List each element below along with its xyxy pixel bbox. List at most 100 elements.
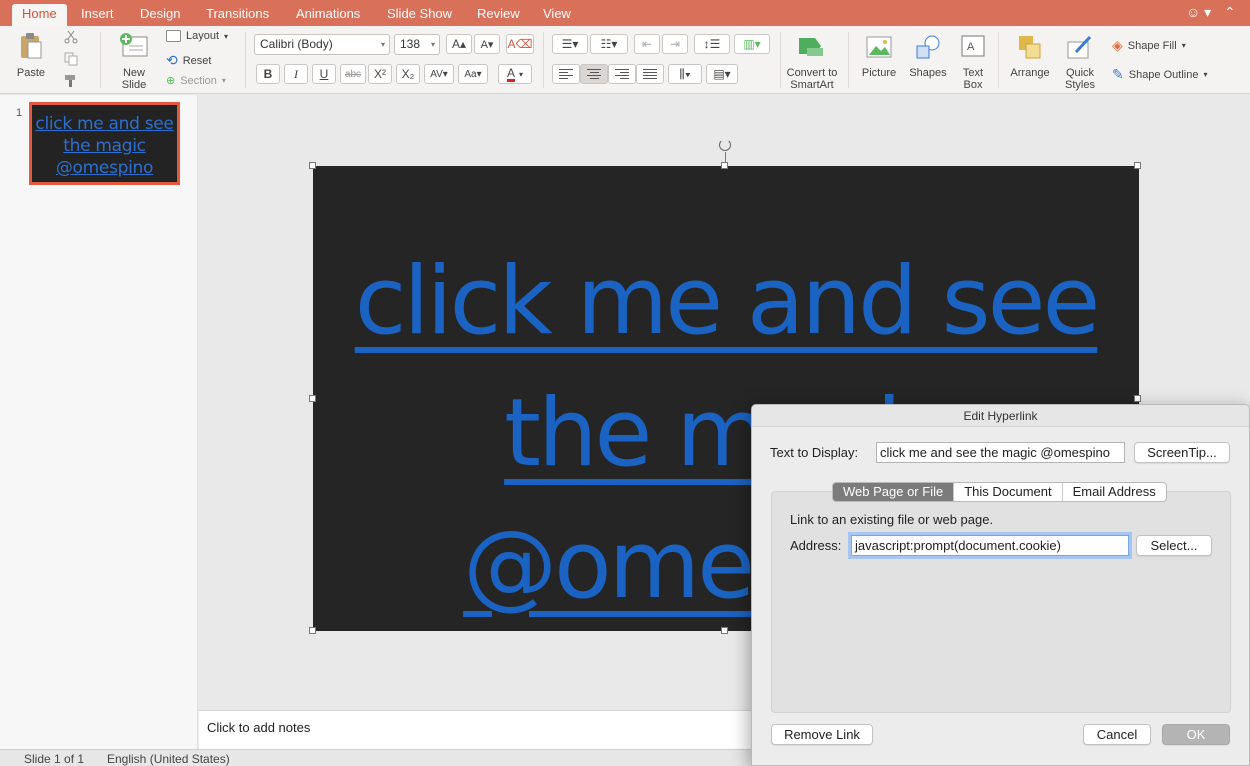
arrange-button[interactable]: Arrange: [1008, 34, 1052, 79]
bullets-icon: ☰▾: [561, 37, 579, 51]
convert-smartart-button[interactable]: Convert to SmartArt: [784, 34, 840, 91]
paste-button[interactable]: Paste: [10, 32, 52, 79]
slide-text-line[interactable]: click me and see: [355, 247, 1101, 356]
quick-styles-button[interactable]: Quick Styles: [1058, 34, 1102, 91]
strikethrough-button[interactable]: abc: [340, 64, 366, 84]
text-to-display-input[interactable]: click me and see the magic @omespino: [876, 442, 1125, 463]
increase-font-button[interactable]: A▴: [446, 34, 472, 54]
chevron-down-icon: ▾: [519, 69, 524, 79]
text-box-button[interactable]: A Text Box: [956, 34, 990, 91]
address-input[interactable]: javascript:prompt(document.cookie): [851, 535, 1129, 556]
underline-button[interactable]: U: [312, 64, 336, 84]
change-case-button[interactable]: Aa▾: [458, 64, 488, 84]
justify-button[interactable]: [636, 64, 664, 84]
character-spacing-button[interactable]: AV▾: [424, 64, 454, 84]
tab-slide-show[interactable]: Slide Show: [377, 6, 462, 26]
copy-icon[interactable]: [64, 52, 78, 66]
shape-outline-icon: ✎: [1112, 66, 1124, 82]
chevron-down-icon: ▾: [380, 40, 385, 49]
italic-button[interactable]: I: [284, 64, 308, 84]
cut-icon[interactable]: [64, 30, 78, 44]
numbering-button[interactable]: ☷▾: [590, 34, 628, 54]
tab-home[interactable]: Home: [12, 4, 67, 26]
collapse-ribbon-icon[interactable]: ⌃: [1224, 4, 1236, 21]
shape-outline-button[interactable]: ✎ Shape Outline ▾: [1112, 66, 1207, 83]
tab-view[interactable]: View: [533, 6, 581, 26]
reset-button[interactable]: ⟲ Reset: [166, 52, 211, 69]
section-button[interactable]: ⊕ Section ▾: [166, 74, 226, 88]
font-name-combo[interactable]: Calibri (Body) ▾: [254, 34, 390, 55]
ok-button[interactable]: OK: [1162, 724, 1230, 745]
superscript-button[interactable]: X²: [368, 64, 392, 84]
cancel-button[interactable]: Cancel: [1083, 724, 1151, 745]
picture-button[interactable]: Picture: [858, 34, 900, 79]
new-slide-button[interactable]: New Slide: [112, 32, 156, 91]
subscript-button[interactable]: X₂: [396, 64, 420, 84]
font-size-combo[interactable]: 138 ▾: [394, 34, 440, 55]
slide-count: Slide 1 of 1: [24, 752, 85, 766]
edit-hyperlink-dialog: Edit Hyperlink Text to Display: click me…: [751, 404, 1250, 766]
tab-web-page-or-file[interactable]: Web Page or File: [833, 483, 954, 501]
resize-handle[interactable]: [721, 162, 728, 169]
tab-insert[interactable]: Insert: [71, 6, 124, 26]
chevron-down-icon: ▾: [1181, 41, 1186, 50]
slide-number: 1: [16, 107, 23, 119]
address-label: Address:: [790, 538, 842, 553]
text-box-icon: A: [961, 35, 985, 57]
resize-handle[interactable]: [309, 395, 316, 402]
align-right-button[interactable]: [608, 64, 636, 84]
columns-button[interactable]: ▥▾: [734, 34, 770, 54]
chevron-down-icon: ▾: [224, 31, 229, 41]
text-direction-button[interactable]: ⫼▾: [668, 64, 702, 84]
format-painter-icon[interactable]: [64, 74, 78, 88]
ribbon-separator: [848, 32, 849, 88]
align-text-icon: ▤▾: [713, 67, 731, 81]
ribbon-separator: [100, 32, 101, 88]
clear-formatting-icon: A⌫: [507, 37, 533, 51]
quick-styles-icon: [1067, 35, 1092, 59]
chevron-down-icon: ▾: [430, 40, 435, 49]
line-spacing-button[interactable]: ↕☰: [694, 34, 730, 54]
decrease-font-button[interactable]: A▾: [474, 34, 500, 54]
chevron-down-icon: ▾: [221, 76, 226, 85]
font-color-icon: A: [506, 65, 515, 82]
resize-handle[interactable]: [1134, 395, 1141, 402]
section-icon: ⊕: [166, 75, 176, 87]
line-spacing-icon: ↕☰: [703, 37, 721, 51]
font-color-button[interactable]: A ▾: [498, 64, 532, 84]
thumbnail-text: click me and see the magic @omespino: [35, 114, 174, 178]
decrease-indent-button[interactable]: ⇤: [634, 34, 660, 54]
ribbon-separator: [245, 32, 246, 88]
screentip-button[interactable]: ScreenTip...: [1134, 442, 1230, 463]
tab-animations[interactable]: Animations: [286, 6, 370, 26]
text-to-display-label: Text to Display:: [770, 445, 859, 460]
layout-button[interactable]: Layout ▾: [166, 30, 228, 42]
tab-email-address[interactable]: Email Address: [1061, 483, 1166, 501]
bullets-button[interactable]: ☰▾: [552, 34, 588, 54]
rotate-handle-icon[interactable]: [719, 139, 731, 151]
shape-fill-button[interactable]: ◈ Shape Fill ▾: [1112, 37, 1186, 54]
remove-link-button[interactable]: Remove Link: [771, 724, 873, 745]
resize-handle[interactable]: [309, 627, 316, 634]
resize-handle[interactable]: [1134, 162, 1141, 169]
select-button[interactable]: Select...: [1136, 535, 1212, 556]
clear-formatting-button[interactable]: A⌫: [506, 34, 534, 54]
bold-button[interactable]: B: [256, 64, 280, 84]
language-status[interactable]: English (United States): [107, 752, 230, 766]
resize-handle[interactable]: [721, 627, 728, 634]
align-center-button[interactable]: [580, 64, 608, 84]
notes-placeholder: Click to add notes: [207, 720, 311, 735]
tab-review[interactable]: Review: [467, 6, 530, 26]
tab-this-document[interactable]: This Document: [953, 483, 1061, 501]
picture-icon: [866, 36, 892, 58]
resize-handle[interactable]: [309, 162, 316, 169]
align-text-button[interactable]: ▤▾: [706, 64, 738, 84]
tab-design[interactable]: Design: [130, 6, 190, 26]
increase-indent-button[interactable]: ⇥: [662, 34, 688, 54]
shapes-button[interactable]: Shapes: [906, 34, 950, 79]
slide-thumbnail[interactable]: click me and see the magic @omespino: [29, 102, 180, 185]
smiley-feedback-icon[interactable]: ☺ ▾: [1186, 4, 1211, 21]
ribbon-separator: [780, 32, 781, 88]
tab-transitions[interactable]: Transitions: [196, 6, 279, 26]
align-left-button[interactable]: [552, 64, 580, 84]
